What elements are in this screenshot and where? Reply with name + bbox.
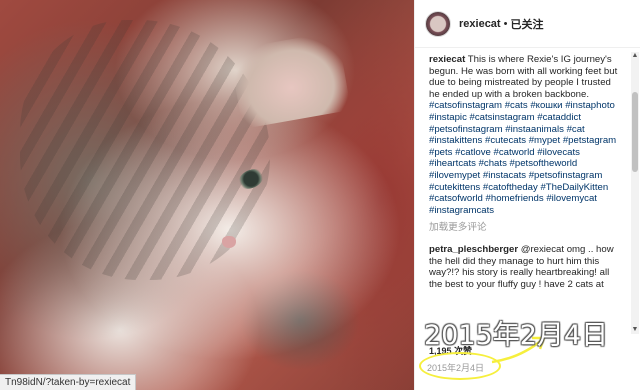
post-photo[interactable]: Tn98idN/?taken-by=rexiecat (0, 0, 414, 390)
scrollbar-thumb[interactable] (632, 92, 638, 172)
load-more-comments[interactable]: 加载更多评论 (429, 222, 621, 234)
post-date[interactable]: 2015年2月4日 (427, 361, 484, 374)
comments-scrollbar[interactable]: ▲ ▼ (631, 52, 639, 334)
header-username[interactable]: rexiecat (459, 18, 501, 30)
comments-list: rexiecat This is where Rexie's IG journe… (415, 48, 627, 340)
scroll-up-icon[interactable]: ▲ (631, 52, 639, 60)
post-header: rexiecat • 已关注 (415, 0, 640, 48)
caption-hashtags[interactable]: #catsofinstagram #cats #кошки #instaphot… (429, 100, 616, 215)
follow-button[interactable]: 已关注 (510, 16, 543, 32)
browser-status-url: Tn98idN/?taken-by=rexiecat (0, 374, 137, 390)
overlay-date-annotation: 2015年2月4日 (424, 320, 609, 351)
avatar[interactable] (425, 10, 451, 37)
comment-item: petra_pleschberger @rexiecat omg .. how … (429, 244, 621, 290)
caption: rexiecat This is where Rexie's IG journe… (429, 54, 621, 216)
comment-username[interactable]: petra_pleschberger (429, 244, 518, 255)
scroll-down-icon[interactable]: ▼ (631, 326, 639, 334)
caption-username[interactable]: rexiecat (429, 54, 465, 65)
kitten-ear (228, 31, 352, 129)
kitten-nose (222, 236, 236, 248)
header-separator: • (503, 17, 508, 30)
